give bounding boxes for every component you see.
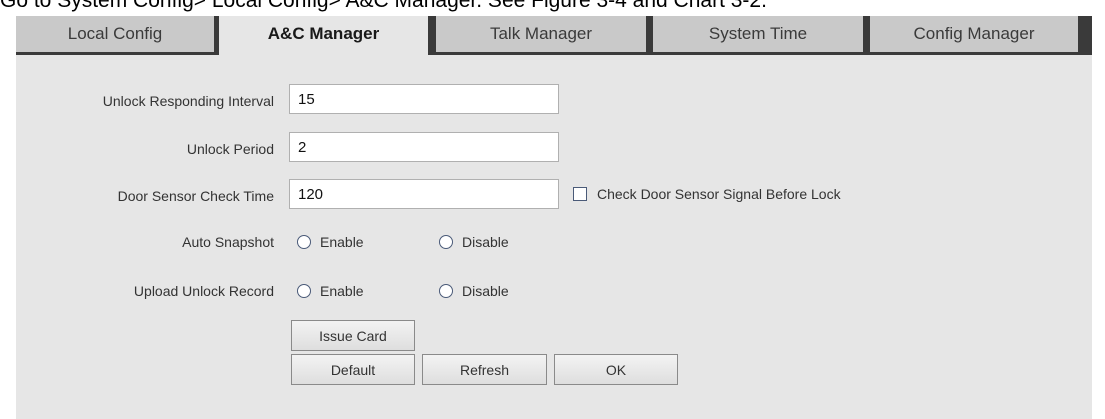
upload-unlock-record-enable-option[interactable]: Enable <box>297 283 439 299</box>
auto-snapshot-disable-option[interactable]: Disable <box>439 234 509 250</box>
ac-manager-panel: Unlock Responding Interval Unlock Period… <box>16 55 1092 419</box>
check-door-sensor-option[interactable]: Check Door Sensor Signal Before Lock <box>573 179 841 209</box>
auto-snapshot-disable-radio[interactable] <box>439 235 453 249</box>
upload-unlock-record-enable-label: Enable <box>320 283 364 299</box>
tab-config-manager[interactable]: Config Manager <box>870 16 1078 52</box>
door-sensor-check-time-row: Door Sensor Check Time Check Door Sensor… <box>16 179 1092 213</box>
upload-unlock-record-disable-radio[interactable] <box>439 284 453 298</box>
upload-unlock-record-radio-group: Enable Disable <box>297 274 509 308</box>
door-sensor-check-time-input[interactable] <box>289 179 559 209</box>
unlock-responding-interval-row: Unlock Responding Interval <box>16 84 1092 118</box>
upload-unlock-record-label: Upload Unlock Record <box>133 283 274 299</box>
refresh-button[interactable]: Refresh <box>422 354 547 385</box>
upload-unlock-record-enable-radio[interactable] <box>297 284 311 298</box>
upload-unlock-record-row: Upload Unlock Record Enable Disable <box>16 274 1092 308</box>
upload-unlock-record-disable-label: Disable <box>462 283 509 299</box>
tab-talk-manager[interactable]: Talk Manager <box>436 16 646 52</box>
auto-snapshot-enable-radio[interactable] <box>297 235 311 249</box>
tab-system-time[interactable]: System Time <box>653 16 863 52</box>
unlock-period-input[interactable] <box>289 132 559 162</box>
tab-local-config[interactable]: Local Config <box>16 16 214 52</box>
ok-button[interactable]: OK <box>554 354 678 385</box>
default-button[interactable]: Default <box>291 354 415 385</box>
upload-unlock-record-disable-option[interactable]: Disable <box>439 283 509 299</box>
door-sensor-check-time-label: Door Sensor Check Time <box>117 188 274 204</box>
auto-snapshot-row: Auto Snapshot Enable Disable <box>16 225 1092 259</box>
issue-card-button[interactable]: Issue Card <box>291 320 415 351</box>
tab-bar: Local Config A&C Manager Talk Manager Sy… <box>16 16 1092 55</box>
instruction-caption: Go to System Config> Local Config> A&C M… <box>0 0 767 12</box>
check-door-sensor-checkbox[interactable] <box>573 187 587 201</box>
unlock-period-row: Unlock Period <box>16 132 1092 166</box>
unlock-period-label: Unlock Period <box>186 141 274 157</box>
check-door-sensor-label: Check Door Sensor Signal Before Lock <box>597 186 841 202</box>
auto-snapshot-enable-label: Enable <box>320 234 364 250</box>
auto-snapshot-label: Auto Snapshot <box>182 234 274 250</box>
unlock-responding-interval-input[interactable] <box>289 84 559 114</box>
auto-snapshot-radio-group: Enable Disable <box>297 225 509 259</box>
tab-ac-manager[interactable]: A&C Manager <box>219 16 428 55</box>
auto-snapshot-disable-label: Disable <box>462 234 509 250</box>
auto-snapshot-enable-option[interactable]: Enable <box>297 234 439 250</box>
unlock-responding-interval-label: Unlock Responding Interval <box>102 93 274 109</box>
